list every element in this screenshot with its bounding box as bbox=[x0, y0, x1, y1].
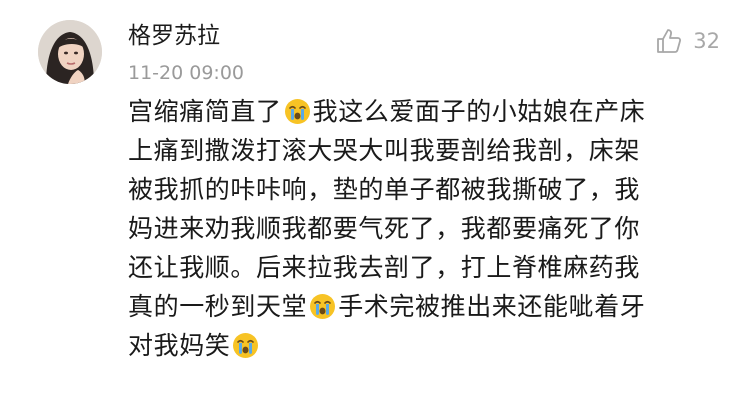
comment-text-line: 还让我顺。后来拉我去剖了，打上脊椎麻药我 bbox=[128, 248, 718, 287]
user-avatar[interactable] bbox=[38, 20, 102, 84]
avatar-image bbox=[38, 20, 102, 84]
comment-text-line: 妈进来劝我顺我都要气死了，我都要痛死了你 bbox=[128, 209, 718, 248]
comment-text-segment: 对我妈笑 bbox=[128, 331, 231, 360]
comment-text-line: 上痛到撒泼打滚大哭大叫我要剖给我剖，床架 bbox=[128, 131, 718, 170]
comment-text-segment: 手术完被推出来还能呲着牙 bbox=[338, 292, 646, 321]
comment-text-line: 宫缩痛简直了 我这么爱面子的小姑娘在产床 bbox=[128, 92, 718, 131]
like-button[interactable]: 32 bbox=[655, 26, 720, 56]
comment-text-segment: 宫缩痛简直了 bbox=[128, 97, 282, 126]
comment-text-segment: 我这么爱面子的小姑娘在产床 bbox=[312, 97, 646, 126]
comment-timestamp: 11-20 09:00 bbox=[128, 62, 245, 84]
comment-text-line: 真的一秒到天堂 手术完被推出来还能呲着牙 bbox=[128, 287, 718, 326]
comment-text-segment: 被我抓的咔咔响，垫的单子都被我撕破了，我 bbox=[128, 175, 641, 204]
comment-text: 宫缩痛简直了 我这么爱面子的小姑娘在产床上痛到撒泼打滚大哭大叫我要剖给我剖，床架被… bbox=[128, 92, 718, 365]
comment-text-line: 对我妈笑 bbox=[128, 326, 718, 365]
crying-face-emoji-icon bbox=[232, 332, 259, 359]
crying-face-emoji-icon bbox=[284, 98, 311, 125]
comment-text-line: 被我抓的咔咔响，垫的单子都被我撕破了，我 bbox=[128, 170, 718, 209]
username[interactable]: 格罗苏拉 bbox=[128, 22, 220, 50]
comment-text-segment: 真的一秒到天堂 bbox=[128, 292, 308, 321]
comment-text-segment: 上痛到撒泼打滚大哭大叫我要剖给我剖，床架 bbox=[128, 136, 641, 165]
like-count: 32 bbox=[693, 29, 720, 53]
crying-face-emoji-icon bbox=[309, 293, 336, 320]
comment-card: 格罗苏拉 11-20 09:00 32 宫缩痛简直了 我这么爱面子的小姑娘在产床上… bbox=[0, 0, 750, 404]
comment-text-segment: 妈进来劝我顺我都要气死了，我都要痛死了你 bbox=[128, 214, 641, 243]
comment-text-segment: 还让我顺。后来拉我去剖了，打上脊椎麻药我 bbox=[128, 253, 641, 282]
thumbs-up-icon bbox=[655, 27, 683, 55]
